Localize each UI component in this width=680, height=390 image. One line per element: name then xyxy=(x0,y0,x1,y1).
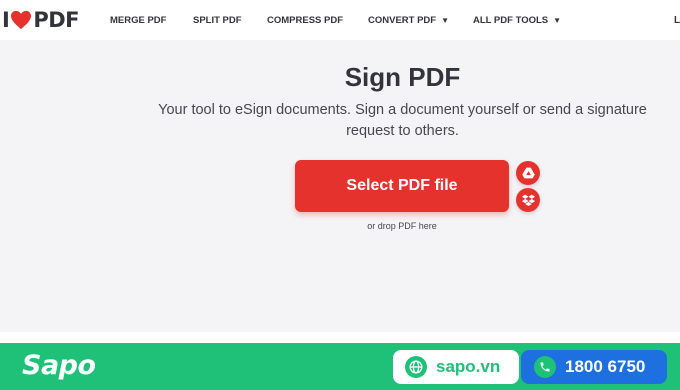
nav-split-pdf[interactable]: SPLIT PDF xyxy=(193,0,242,40)
nav-all-tools-label: ALL PDF TOOLS xyxy=(473,14,549,26)
page-title: Sign PDF xyxy=(344,62,461,92)
caret-down-icon: ▼ xyxy=(553,15,562,25)
sapo-logo[interactable]: Sapo xyxy=(22,349,96,383)
top-navbar: I PDF MERGE PDF SPLIT PDF COMPRESS PDF C… xyxy=(0,0,680,40)
nav-login-label: L xyxy=(674,14,680,26)
page-subtitle: Your tool to eSign documents. Sign a doc… xyxy=(158,102,647,139)
phone-icon xyxy=(534,356,556,378)
google-drive-icon xyxy=(521,167,535,179)
nav-merge-pdf[interactable]: MERGE PDF xyxy=(110,0,166,40)
drop-pdf-hint: or drop PDF here xyxy=(367,221,437,231)
nav-convert-pdf[interactable]: CONVERT PDF ▼ xyxy=(368,0,449,40)
nav-convert-label: CONVERT PDF xyxy=(368,14,437,26)
heart-icon xyxy=(11,10,32,30)
nav-merge-label: MERGE PDF xyxy=(110,14,167,26)
google-drive-button[interactable] xyxy=(516,161,540,185)
select-pdf-file-button[interactable]: Select PDF file xyxy=(295,160,509,212)
sapo-website-button[interactable]: sapo.vn xyxy=(393,350,519,384)
nav-all-pdf-tools[interactable]: ALL PDF TOOLS ▼ xyxy=(473,0,561,40)
dropbox-icon xyxy=(521,194,535,206)
sapo-hotline-label: 1800 6750 xyxy=(565,357,646,376)
select-pdf-file-label: Select PDF file xyxy=(346,177,458,194)
caret-down-icon: ▼ xyxy=(441,15,450,25)
nav-compress-pdf[interactable]: COMPRESS PDF xyxy=(267,0,343,40)
ilovepdf-logo[interactable]: I PDF xyxy=(2,8,79,32)
nav-compress-label: COMPRESS PDF xyxy=(267,14,344,26)
nav-login-link[interactable]: L xyxy=(674,0,680,40)
sapo-website-label: sapo.vn xyxy=(436,357,501,376)
sapo-hotline-button[interactable]: 1800 6750 xyxy=(521,350,667,384)
logo-letter-i: I xyxy=(2,8,10,32)
dropbox-button[interactable] xyxy=(516,188,540,212)
globe-icon xyxy=(405,356,427,378)
nav-split-label: SPLIT PDF xyxy=(193,14,242,26)
main-content: Sign PDF Your tool to eSign documents. S… xyxy=(0,40,680,332)
logo-text-pdf: PDF xyxy=(33,8,79,32)
